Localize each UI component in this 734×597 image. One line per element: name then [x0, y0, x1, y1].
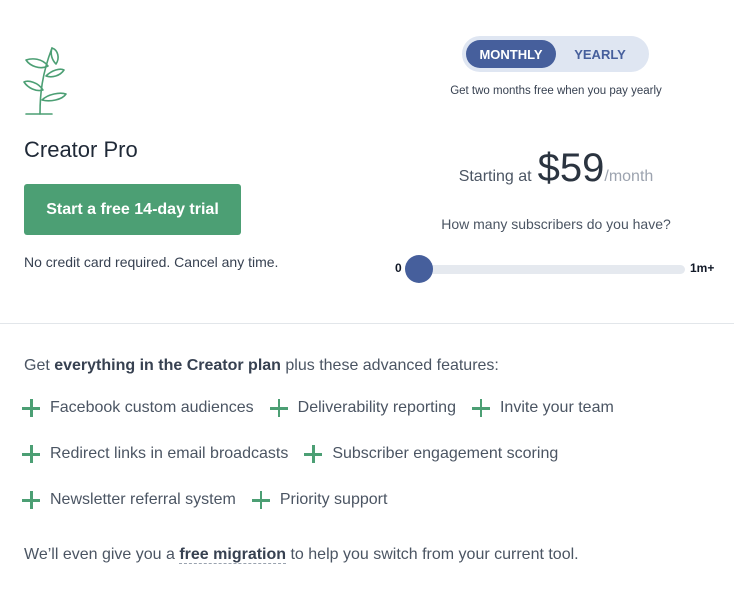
feature-item: Facebook custom audiences: [22, 399, 254, 417]
feature-list: Facebook custom audiences Deliverability…: [22, 392, 712, 530]
feature-row: Redirect links in email broadcasts Subsc…: [22, 438, 712, 470]
slider-min-label: 0: [395, 261, 402, 275]
price-display: Starting at $59 /month: [390, 146, 722, 191]
monthly-toggle-option[interactable]: MONTHLY: [466, 40, 556, 68]
features-intro-bold: everything in the Creator plan: [54, 357, 281, 374]
feature-item: Deliverability reporting: [269, 399, 456, 417]
slider-max-label: 1m+: [690, 261, 715, 275]
start-trial-button[interactable]: Start a free 14-day trial: [24, 184, 241, 235]
feature-item: Invite your team: [471, 399, 614, 417]
starting-at-label: Starting at: [458, 168, 532, 185]
feature-row: Facebook custom audiences Deliverability…: [22, 392, 712, 424]
features-intro-suffix: plus these advanced features:: [280, 357, 499, 374]
feature-item: Redirect links in email broadcasts: [22, 445, 288, 463]
subscriber-slider-track[interactable]: [407, 265, 685, 274]
feature-label: Redirect links in email broadcasts: [50, 445, 289, 462]
features-intro: Get everything in the Creator plan plus …: [24, 357, 499, 375]
no-credit-card-note: No credit card required. Cancel any time…: [24, 254, 279, 270]
yearly-promo-text: Get two months free when you pay yearly: [450, 85, 662, 97]
plan-title: Creator Pro: [24, 137, 138, 162]
feature-label: Priority support: [279, 491, 388, 508]
feature-label: Deliverability reporting: [297, 399, 456, 416]
free-migration-link[interactable]: free migration: [179, 546, 287, 564]
plus-icon: [22, 445, 40, 463]
plant-logo-icon: [23, 47, 67, 115]
subscriber-slider-handle[interactable]: [405, 255, 433, 283]
plus-icon: [471, 399, 490, 417]
migration-suffix: to help you switch from your current too…: [286, 546, 579, 563]
billing-toggle: MONTHLY YEARLY: [462, 36, 649, 72]
feature-label: Facebook custom audiences: [50, 399, 254, 416]
feature-label: Invite your team: [499, 399, 614, 416]
migration-note: We’ll even give you a free migration to …: [24, 546, 579, 564]
feature-item: Newsletter referral system: [22, 491, 236, 509]
feature-label: Subscriber engagement scoring: [332, 445, 559, 462]
subscriber-question: How many subscribers do you have?: [441, 216, 671, 232]
feature-label: Newsletter referral system: [50, 491, 236, 508]
plus-icon: [269, 399, 288, 417]
migration-prefix: We’ll even give you a: [24, 546, 180, 563]
features-intro-prefix: Get: [24, 357, 55, 374]
price-period: /month: [604, 168, 654, 185]
plus-icon: [251, 491, 270, 509]
yearly-toggle-option[interactable]: YEARLY: [558, 40, 642, 68]
feature-item: Priority support: [251, 491, 388, 509]
price-amount: $59: [537, 146, 605, 190]
feature-row: Newsletter referral system Priority supp…: [22, 484, 712, 516]
feature-item: Subscriber engagement scoring: [304, 445, 558, 463]
plus-icon: [304, 445, 323, 463]
plus-icon: [22, 491, 40, 509]
section-divider: [0, 323, 734, 324]
plus-icon: [22, 399, 40, 417]
